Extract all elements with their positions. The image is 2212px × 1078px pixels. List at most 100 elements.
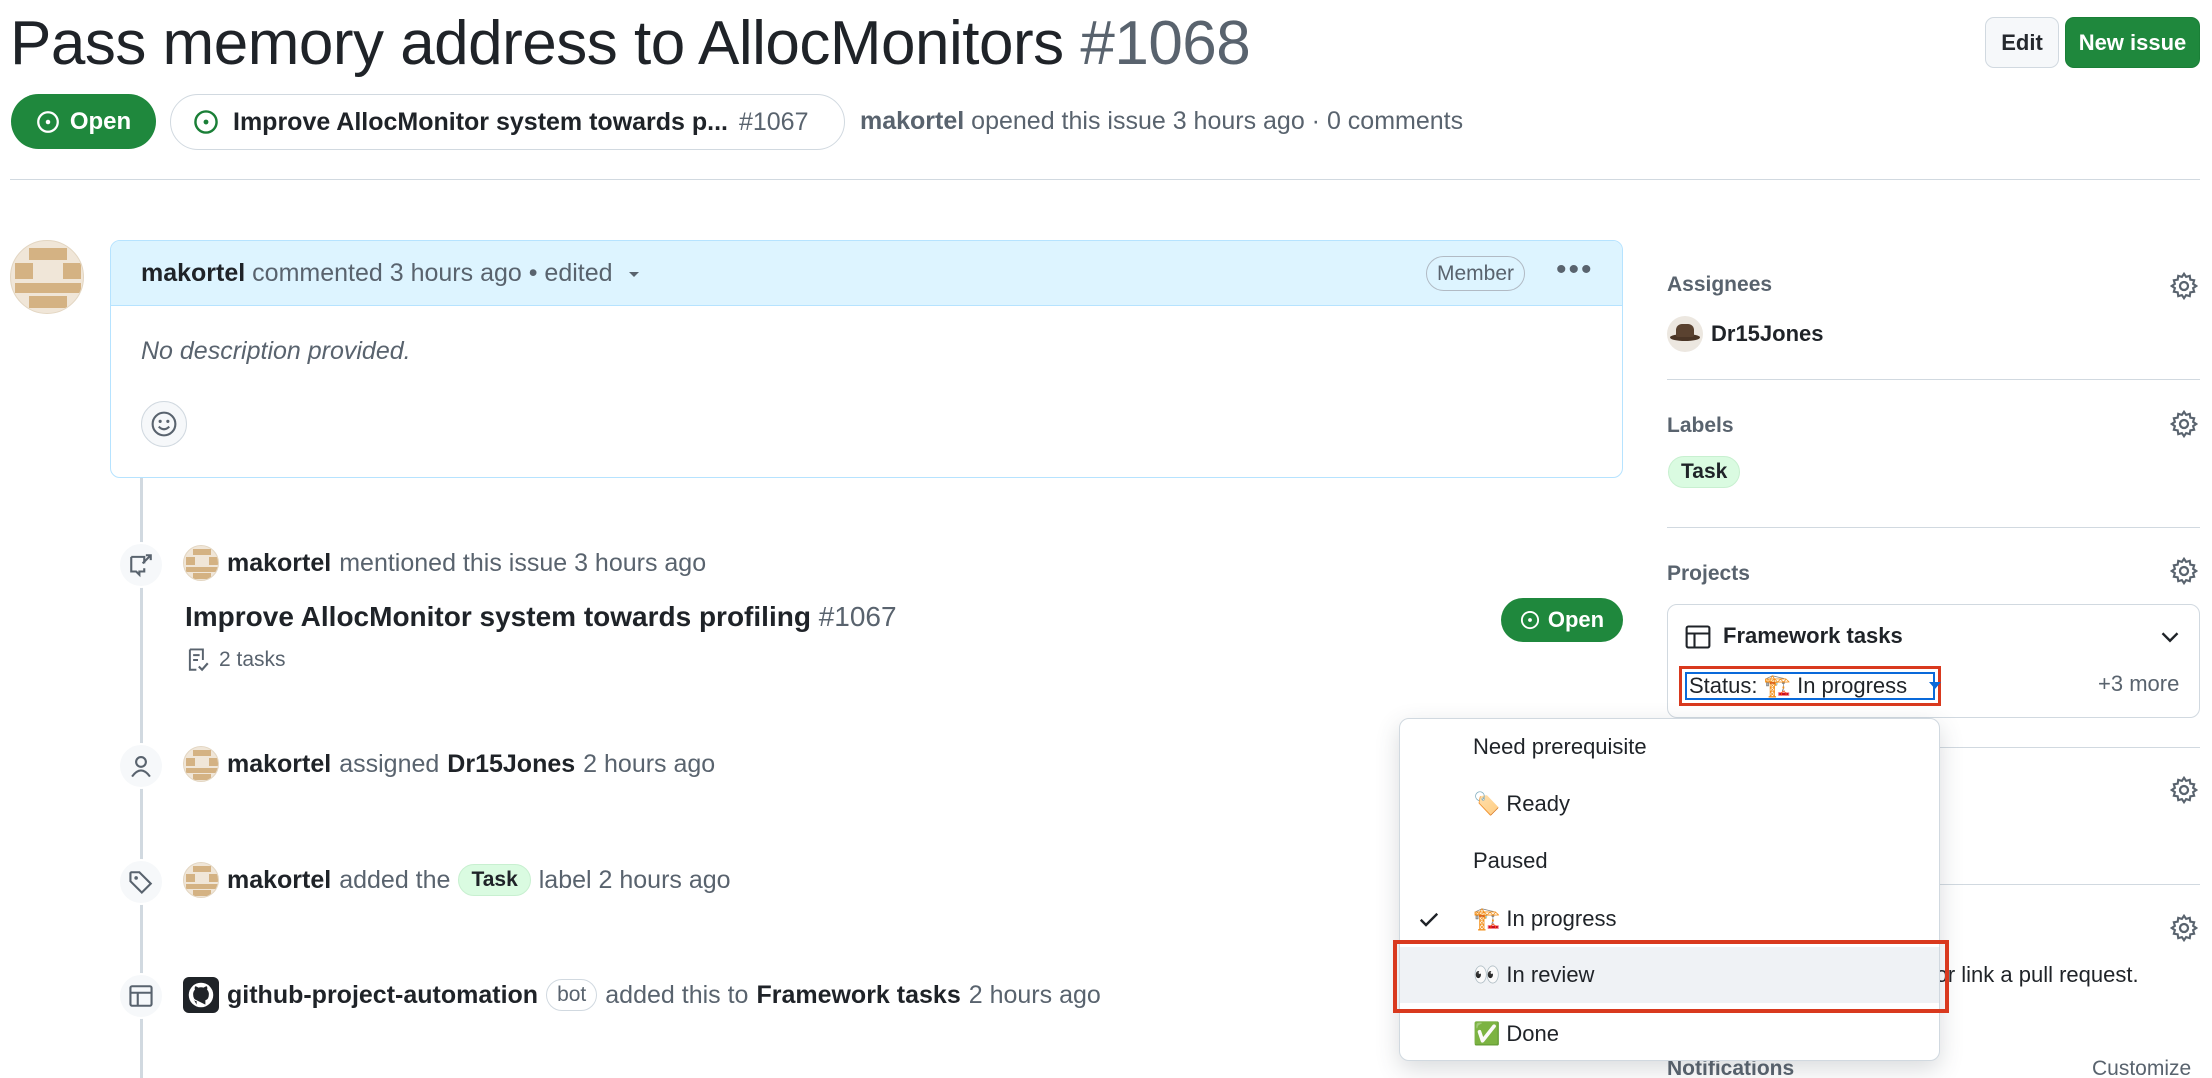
event-assignee[interactable]: Dr15Jones	[447, 750, 575, 779]
avatar[interactable]	[183, 545, 219, 581]
issue-open-icon	[194, 110, 218, 134]
status-option-in-progress[interactable]: 🏗️ In progress	[1400, 894, 1939, 944]
referenced-issue-number: #1067	[818, 601, 897, 632]
comment-body: No description provided.	[141, 337, 411, 365]
issue-author-link[interactable]: makortel	[860, 107, 964, 135]
issue-state-label: Open	[69, 107, 132, 135]
event-actor[interactable]: github-project-automation	[227, 981, 538, 1010]
gear-icon[interactable]	[2170, 557, 2198, 585]
issue-state-badge: Open	[11, 94, 156, 149]
check-emoji-icon: ✅	[1473, 1021, 1501, 1046]
chevron-down-icon[interactable]	[626, 266, 642, 282]
more-fields-link[interactable]: +3 more	[2098, 671, 2179, 697]
issue-meta-text: opened this issue 3 hours ago · 0 commen…	[971, 107, 1464, 135]
parent-issue-link[interactable]: Improve AllocMonitor system towards p...…	[170, 94, 845, 150]
status-field-highlight[interactable]: Status: 🏗️ In progress	[1679, 666, 1941, 706]
comment-author[interactable]: makortel	[141, 259, 245, 287]
status-option-need-prerequisite[interactable]: Need prerequisite	[1400, 722, 1939, 772]
in-review-highlight	[1393, 940, 1949, 1013]
parent-issue-number: #1067	[738, 107, 809, 136]
check-icon	[1419, 912, 1439, 927]
new-issue-button[interactable]: New issue	[2065, 17, 2200, 68]
event-text: label 2 hours ago	[538, 865, 731, 894]
label-task[interactable]: Task	[458, 864, 531, 896]
avatar[interactable]	[10, 240, 84, 314]
option-label: Done	[1506, 1021, 1559, 1046]
issue-open-icon	[1520, 610, 1539, 630]
comment-header: makortel commented 3 hours ago • edited …	[111, 241, 1622, 306]
sidebar-divider	[1667, 379, 2200, 380]
table-icon	[118, 973, 164, 1019]
event-verb: assigned	[339, 749, 440, 778]
github-logo-icon[interactable]	[183, 977, 219, 1013]
event-actor[interactable]: makortel	[227, 750, 331, 779]
timeline-event-assigned: makortel assigned Dr15Jones 2 hours ago	[183, 746, 715, 782]
event-actor[interactable]: makortel	[227, 866, 331, 895]
caret-down-icon	[1929, 682, 1941, 689]
chevron-down-icon[interactable]	[2158, 625, 2182, 649]
timeline-event-mention: makortel mentioned this issue 3 hours ag…	[183, 545, 706, 581]
task-progress: 2 tasks	[185, 647, 286, 673]
event-time[interactable]: 2 hours ago	[583, 750, 715, 779]
cross-reference-icon	[118, 542, 164, 588]
status-option-done[interactable]: ✅ Done	[1400, 1009, 1939, 1059]
table-icon	[1685, 625, 1711, 649]
assignee-item[interactable]: Dr15Jones	[1667, 316, 1824, 352]
comment-action[interactable]: commented 3 hours ago	[252, 259, 522, 287]
event-project-link[interactable]: Framework tasks	[756, 981, 960, 1010]
tag-emoji-icon: 🏷️	[1473, 791, 1501, 816]
tag-icon	[118, 859, 164, 905]
issue-title-text: Pass memory address to AllocMonitors	[10, 9, 1064, 78]
member-badge: Member	[1426, 256, 1526, 291]
avatar[interactable]	[183, 862, 219, 898]
referenced-issue-title: Improve AllocMonitor system towards prof…	[185, 601, 811, 632]
customize-link[interactable]: Customize	[2092, 1057, 2191, 1078]
label-task[interactable]: Task	[1668, 456, 1741, 488]
person-icon	[118, 743, 164, 789]
task-count: 2 tasks	[219, 648, 286, 671]
issue-number: #1068	[1080, 9, 1251, 78]
issue-title: Pass memory address to AllocMonitors #10…	[10, 8, 1251, 79]
projects-heading: Projects	[1667, 562, 1750, 585]
referenced-issue-state-label: Open	[1547, 607, 1605, 632]
event-actor[interactable]: makortel	[227, 549, 331, 578]
issue-comment: makortel commented 3 hours ago • edited …	[110, 240, 1623, 478]
assignee-name: Dr15Jones	[1711, 321, 1824, 346]
timeline-event-project: github-project-automation bot added this…	[183, 977, 1101, 1013]
gear-icon[interactable]	[2170, 410, 2198, 438]
status-option-paused[interactable]: Paused	[1400, 836, 1939, 886]
option-label: In progress	[1506, 906, 1617, 931]
option-label: Need prerequisite	[1473, 734, 1647, 759]
event-text: added the	[339, 865, 451, 894]
edit-button[interactable]: Edit	[1985, 17, 2059, 68]
status-select[interactable]: Status: 🏗️ In progress	[1685, 672, 1935, 700]
timeline-event-labeled: makortel added the Task label 2 hours ag…	[183, 862, 731, 898]
status-option-ready[interactable]: 🏷️ Ready	[1400, 779, 1939, 829]
avatar[interactable]	[183, 746, 219, 782]
add-reaction-button[interactable]	[141, 401, 187, 447]
labels-heading: Labels	[1667, 414, 1734, 437]
smiley-icon	[151, 411, 177, 437]
event-text: added this to	[605, 980, 749, 1009]
project-name[interactable]: Framework tasks	[1723, 623, 1903, 649]
header-divider	[10, 179, 2200, 180]
issue-open-icon	[36, 110, 59, 133]
option-label: Ready	[1506, 791, 1570, 816]
issue-meta: makortel opened this issue 3 hours ago ·…	[860, 107, 1463, 136]
parent-issue-title: Improve AllocMonitor system towards p...	[233, 107, 728, 136]
referenced-issue-link[interactable]: Improve AllocMonitor system towards prof…	[185, 601, 897, 633]
avatar	[1667, 316, 1703, 352]
gear-icon[interactable]	[2170, 776, 2198, 804]
kebab-menu-icon[interactable]: •••	[1556, 253, 1594, 287]
bot-badge: bot	[546, 979, 598, 1011]
referenced-issue-state: Open	[1501, 598, 1623, 642]
event-time[interactable]: 2 hours ago	[969, 981, 1101, 1010]
assignees-heading: Assignees	[1667, 273, 1773, 296]
checklist-icon	[188, 648, 209, 672]
sidebar-divider	[1667, 527, 2200, 528]
status-select-text: Status: 🏗️ In progress	[1689, 673, 1908, 698]
gear-icon[interactable]	[2170, 272, 2198, 300]
comment-edited[interactable]: • edited	[529, 259, 613, 287]
gear-icon[interactable]	[2170, 914, 2198, 942]
option-label: Paused	[1473, 848, 1548, 873]
